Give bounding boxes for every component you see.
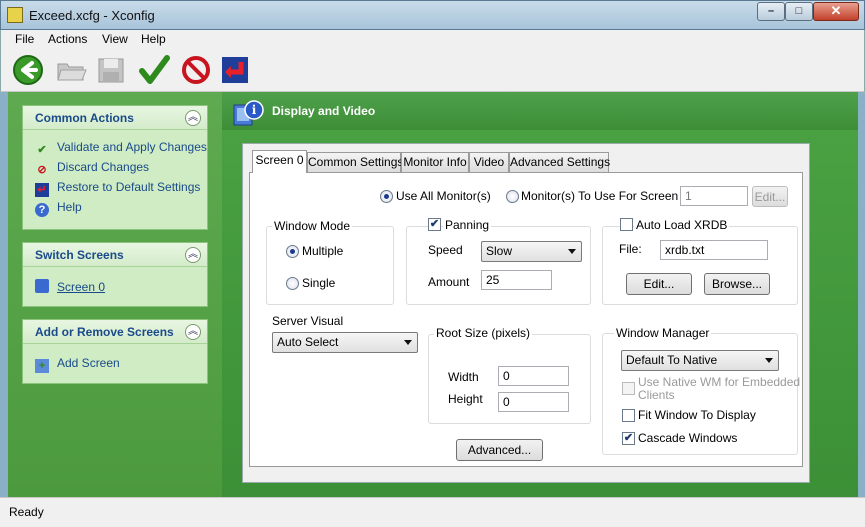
cascade-windows-label: Cascade Windows <box>638 431 738 445</box>
menu-file[interactable]: File <box>15 32 34 46</box>
common-actions-title: Common Actions <box>35 111 134 125</box>
switch-screens-header[interactable]: Switch Screens ︽ <box>23 243 207 267</box>
page-title: Display and Video <box>272 104 376 118</box>
maximize-button[interactable]: □ <box>785 2 813 21</box>
action-restore[interactable]: ↵ Restore to Default Settings <box>35 180 200 197</box>
minimize-button[interactable]: – <box>757 2 785 21</box>
cascade-windows-checkbox[interactable]: ✔ <box>622 432 635 445</box>
switch-screens-title: Switch Screens <box>35 248 124 262</box>
window-title: Exceed.xcfg - Xconfig <box>29 8 155 23</box>
height-field[interactable]: 0 <box>498 392 569 412</box>
window-manager-label: Window Manager <box>614 326 712 340</box>
svg-text:i: i <box>252 103 257 117</box>
speed-select[interactable]: Slow <box>481 241 582 262</box>
validate-check-icon[interactable] <box>138 54 170 86</box>
menu-help[interactable]: Help <box>141 32 166 46</box>
add-screen-link[interactable]: + Add Screen <box>35 356 120 373</box>
add-remove-screens-section: Add or Remove Screens ︽ + Add Screen <box>22 319 208 384</box>
title-bar: Exceed.xcfg - Xconfig – □ ✕ <box>0 0 865 30</box>
multiple-label: Multiple <box>302 244 344 258</box>
common-actions-section: Common Actions ︽ ✔ Validate and Apply Cha… <box>22 105 208 230</box>
single-label: Single <box>302 276 336 290</box>
open-folder-icon[interactable] <box>55 54 87 86</box>
xrdb-edit-button[interactable]: Edit... <box>626 273 692 295</box>
auto-load-xrdb-checkbox[interactable] <box>620 218 633 231</box>
fit-window-checkbox[interactable] <box>622 409 635 422</box>
server-visual-select[interactable]: Auto Select <box>272 332 418 353</box>
dropdown-arrow-icon <box>404 340 412 345</box>
tab-screen-0[interactable]: Screen 0 <box>252 150 307 173</box>
dropdown-arrow-icon <box>568 249 576 254</box>
panning-group <box>406 226 591 305</box>
status-text: Ready <box>9 505 44 519</box>
menu-bar: File Actions View Help <box>0 30 865 50</box>
file-label: File: <box>619 242 642 256</box>
use-all-monitors-radio[interactable] <box>380 190 393 203</box>
server-visual-label: Server Visual <box>272 314 344 328</box>
action-validate[interactable]: ✔ Validate and Apply Changes <box>35 140 207 156</box>
common-actions-header[interactable]: Common Actions ︽ <box>23 106 207 130</box>
tab-monitor-info[interactable]: Monitor Info <box>401 152 469 172</box>
help-icon: ? <box>35 203 49 217</box>
collapse-chevron-icon[interactable]: ︽ <box>185 324 201 340</box>
switch-screens-section: Switch Screens ︽ Screen 0 <box>22 242 208 307</box>
monitor-icon <box>35 279 49 293</box>
width-label: Width <box>448 370 479 384</box>
tab-common-settings[interactable]: Common Settings <box>307 152 403 172</box>
width-field[interactable]: 0 <box>498 366 569 386</box>
multiple-radio[interactable] <box>286 245 299 258</box>
use-all-monitors-label: Use All Monitor(s) <box>396 189 491 203</box>
advanced-button[interactable]: Advanced... <box>456 439 543 461</box>
xrdb-browse-button[interactable]: Browse... <box>704 273 770 295</box>
status-bar: Ready <box>0 497 865 527</box>
panning-checkbox[interactable]: ✔ <box>428 218 441 231</box>
no-entry-icon: ⊘ <box>37 164 47 176</box>
fit-window-label: Fit Window To Display <box>638 408 756 422</box>
collapse-chevron-icon[interactable]: ︽ <box>185 247 201 263</box>
discard-no-icon[interactable] <box>180 54 212 86</box>
toolbar <box>0 50 865 92</box>
action-discard[interactable]: ⊘ Discard Changes <box>35 160 149 176</box>
window-manager-select[interactable]: Default To Native <box>621 350 779 371</box>
speed-label: Speed <box>428 243 463 257</box>
menu-actions[interactable]: Actions <box>48 32 87 46</box>
tab-advanced-settings[interactable]: Advanced Settings <box>509 152 610 172</box>
screen-0-link[interactable]: Screen 0 <box>35 279 105 295</box>
close-button[interactable]: ✕ <box>813 2 859 21</box>
check-icon: ✔ <box>37 144 47 156</box>
add-remove-screens-title: Add or Remove Screens <box>35 325 174 339</box>
use-native-wm-label: Use Native WM for Embedded <box>638 375 801 389</box>
action-help[interactable]: ? Help <box>35 200 82 217</box>
monitors-field[interactable]: 1 <box>680 186 748 206</box>
collapse-chevron-icon[interactable]: ︽ <box>185 110 201 126</box>
window-mode-group <box>266 226 394 305</box>
back-arrow-icon[interactable] <box>12 54 44 86</box>
use-native-wm-label-2: Clients <box>638 388 675 402</box>
amount-label: Amount <box>428 275 470 289</box>
xrdb-file-field[interactable]: xrdb.txt <box>660 240 768 260</box>
display-info-icon: i <box>232 99 264 131</box>
auto-load-xrdb-label: Auto Load XRDB <box>634 218 730 232</box>
restore-default-icon[interactable] <box>219 54 251 86</box>
add-remove-screens-header[interactable]: Add or Remove Screens ︽ <box>23 320 207 344</box>
window-mode-label: Window Mode <box>272 219 353 233</box>
menu-view[interactable]: View <box>102 32 128 46</box>
task-pane: Common Actions ︽ ✔ Validate and Apply Cha… <box>8 92 222 497</box>
app-icon <box>7 7 23 23</box>
dropdown-arrow-icon <box>765 358 773 363</box>
add-screen-icon: + <box>35 359 49 373</box>
monitors-to-use-radio[interactable] <box>506 190 519 203</box>
monitors-edit-button[interactable]: Edit... <box>752 186 788 207</box>
restore-icon: ↵ <box>35 183 49 197</box>
height-label: Height <box>448 392 483 406</box>
root-size-label: Root Size (pixels) <box>434 326 533 340</box>
use-native-wm-checkbox[interactable] <box>622 382 635 395</box>
amount-field[interactable]: 25 <box>481 270 552 290</box>
monitors-to-use-label: Monitor(s) To Use For Screen <box>521 189 679 203</box>
single-radio[interactable] <box>286 277 299 290</box>
save-icon[interactable] <box>95 54 127 86</box>
panning-label: Panning <box>443 218 492 232</box>
tab-video[interactable]: Video <box>469 152 509 172</box>
